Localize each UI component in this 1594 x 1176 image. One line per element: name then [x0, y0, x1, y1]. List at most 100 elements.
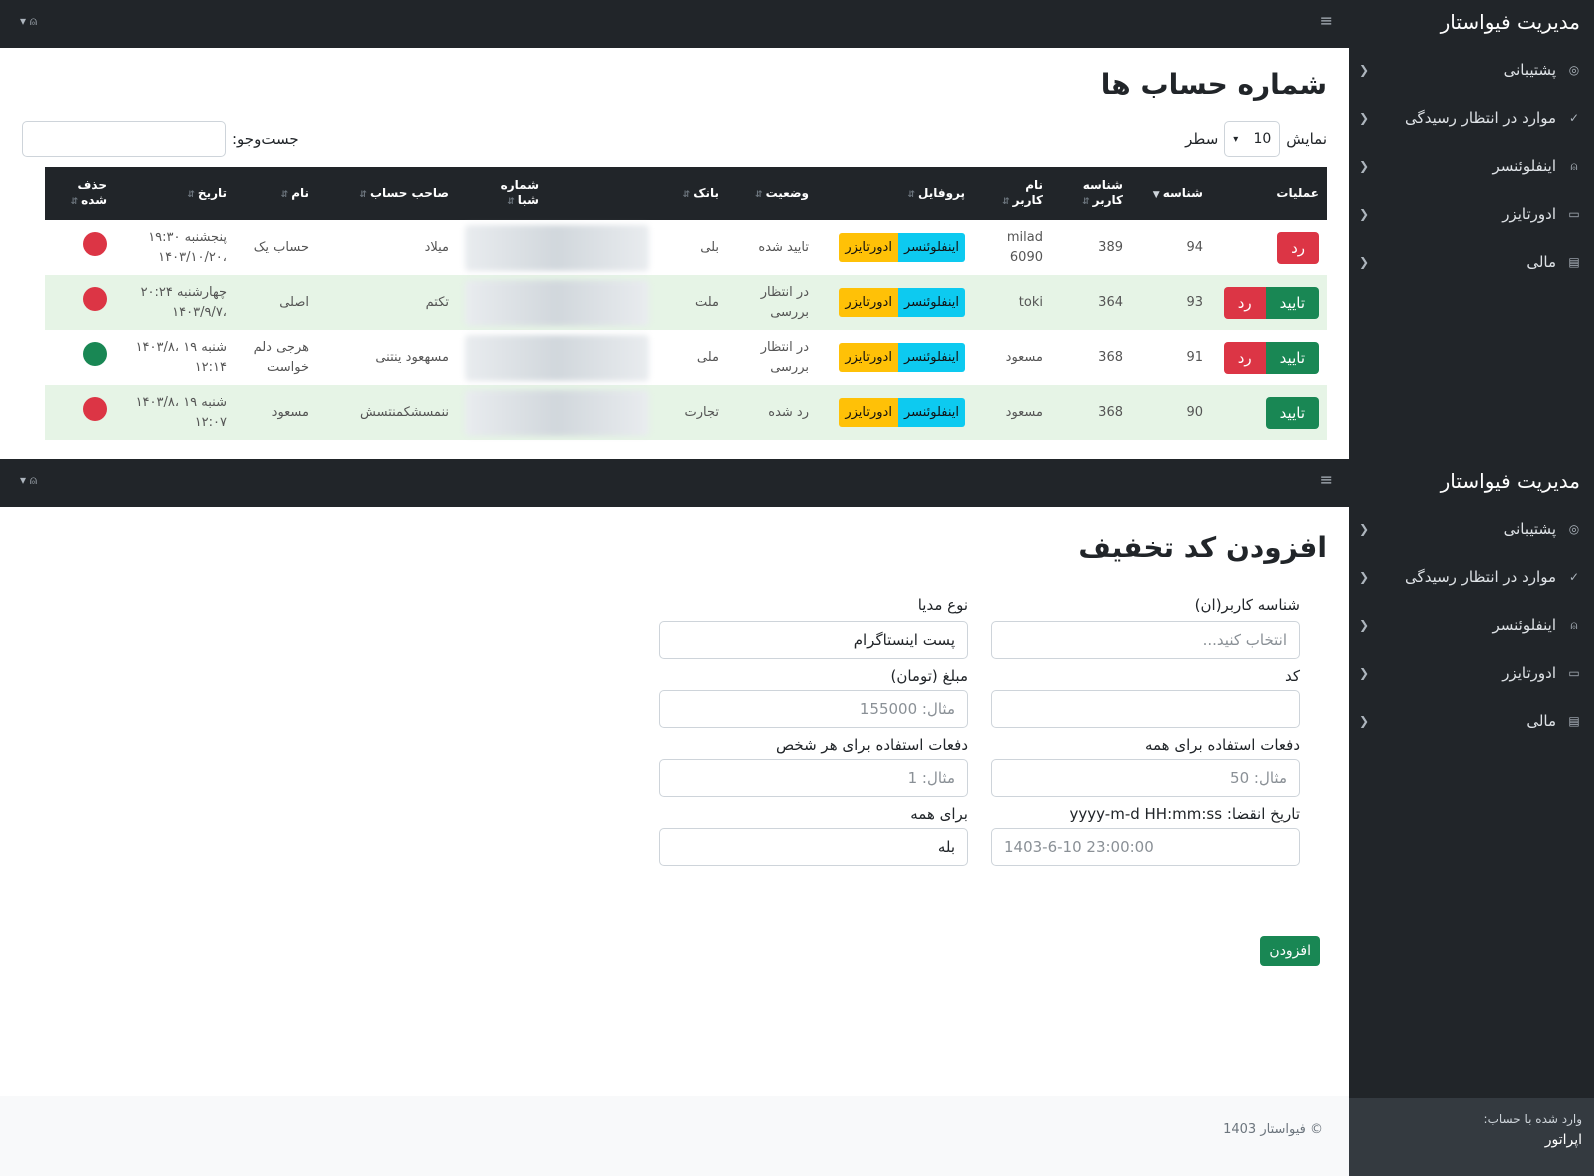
column-header[interactable]: نام⇵ — [235, 167, 317, 220]
approve-button[interactable]: تایید — [1265, 396, 1319, 429]
sidebar-item-label: پشتیبانی — [1503, 61, 1556, 79]
sidebar-item-label: پشتیبانی — [1503, 520, 1556, 538]
iban-cell — [457, 330, 657, 385]
column-header[interactable]: پروفایل⇵ — [817, 167, 973, 220]
main-content: شماره حساب ها نمایش 10 ▾ سطر جست‌وجو: عمل… — [0, 48, 1349, 459]
column-header[interactable]: بانک⇵ — [657, 167, 727, 220]
advertiser-badge[interactable]: ادورتایزر — [839, 287, 898, 318]
date-cell: شنبه ۱۹ ،۱۴۰۳/۸ ۱۲:۱۴ — [115, 330, 235, 385]
sidebar-item-influencer[interactable]: ⍝ اینفلوئنسر ❮ — [1349, 142, 1594, 190]
page-length-value: 10 — [1253, 131, 1272, 147]
sort-icon: ⇵ — [280, 189, 289, 200]
status-cell: تایید شده — [727, 220, 817, 275]
sidebar-brand[interactable]: مدیریت فیواستار — [1349, 459, 1594, 505]
length-prefix: نمایش — [1286, 130, 1327, 148]
column-header-label: شناسه — [1162, 185, 1203, 200]
influencer-badge[interactable]: اینفلوئنسر — [897, 397, 965, 428]
action-button-group: تایید رد — [1223, 341, 1319, 374]
column-header[interactable]: عملیات — [1211, 167, 1327, 220]
approve-button[interactable]: تایید — [1265, 286, 1319, 319]
advertiser-badge[interactable]: ادورتایزر — [839, 397, 898, 428]
total-uses-input[interactable]: مثال: 50 — [991, 759, 1300, 797]
column-header[interactable]: صاحب حساب⇵ — [317, 167, 457, 220]
user-ids-select[interactable]: انتخاب کنید... — [991, 621, 1300, 659]
user-menu-icon[interactable]: ▾ ⍝ — [20, 473, 37, 488]
total-uses-label: دفعات استفاده برای همه — [1144, 736, 1300, 754]
for-all-select[interactable]: بله — [659, 828, 968, 866]
column-header[interactable]: حذف شده⇵ — [45, 167, 115, 220]
sidebar-item-pending[interactable]: ✓ موارد در انتظار رسیدگی ❮ — [1349, 553, 1594, 601]
user-id-cell: 368 — [1051, 330, 1131, 385]
reject-button[interactable]: رد — [1223, 286, 1266, 319]
user-menu-icon[interactable]: ▾ ⍝ — [20, 14, 37, 29]
expiry-input[interactable]: 1403-6-10 23:00:00 — [991, 828, 1300, 866]
sidebar-item-finance[interactable]: ▤ مالی ❮ — [1349, 697, 1594, 745]
sort-desc-icon: ▼ — [1152, 189, 1160, 200]
sidebar-item-support[interactable]: ◎ پشتیبانی ❮ — [1349, 505, 1594, 553]
sidebar-item-advertiser[interactable]: ▭ ادورتایزر ❮ — [1349, 649, 1594, 697]
sort-icon: ⇵ — [70, 197, 79, 208]
logged-in-role: اپراتور — [1544, 1132, 1582, 1148]
column-header[interactable]: شماره شبا⇵ — [457, 167, 657, 220]
page-length-control: نمایش 10 ▾ سطر — [1185, 121, 1327, 157]
code-input[interactable] — [991, 690, 1300, 728]
column-header[interactable]: شناسه▼ — [1131, 167, 1211, 220]
username-cell: milad 6090 — [973, 220, 1051, 275]
logged-in-label: وارد شده با حساب: — [1483, 1112, 1582, 1126]
support-icon: ◎ — [1568, 522, 1580, 536]
status-cell: در انتظار بررسی — [727, 330, 817, 385]
id-cell: 90 — [1131, 385, 1211, 440]
advertiser-badge[interactable]: ادورتایزر — [839, 232, 898, 263]
sidebar-item-label: ادورتایزر — [1502, 664, 1556, 682]
sort-icon: ⇵ — [359, 189, 367, 200]
username-cell: مسعود — [973, 330, 1051, 385]
menu-toggle-icon[interactable]: ≡ — [1320, 11, 1333, 30]
sidebar-brand[interactable]: مدیریت فیواستار — [1349, 0, 1594, 46]
sort-icon: ⇵ — [187, 189, 195, 200]
sidebar-item-finance[interactable]: ▤ مالی ❮ — [1349, 238, 1594, 286]
actions-cell: تایید رد — [1211, 330, 1327, 385]
sidebar-item-pending[interactable]: ✓ موارد در انتظار رسیدگی ❮ — [1349, 94, 1594, 142]
length-suffix: سطر — [1185, 130, 1219, 148]
sort-icon: ⇵ — [507, 197, 515, 208]
chevron-left-icon: ❮ — [1359, 666, 1370, 680]
reject-button[interactable]: رد — [1277, 231, 1319, 264]
deleted-indicator — [83, 397, 107, 422]
money-icon: ▤ — [1568, 255, 1580, 269]
table-header-row: عملیات شناسه▼ شناسه کاربر⇵ نام کاربر⇵ پر… — [45, 167, 1327, 220]
column-header[interactable]: تاریخ⇵ — [115, 167, 235, 220]
page-length-select[interactable]: 10 ▾ — [1224, 121, 1281, 157]
table-search: جست‌وجو: — [22, 121, 299, 157]
column-header[interactable]: شناسه کاربر⇵ — [1051, 167, 1131, 220]
sidebar-item-support[interactable]: ◎ پشتیبانی ❮ — [1349, 46, 1594, 94]
menu-toggle-icon[interactable]: ≡ — [1320, 470, 1333, 489]
influencer-badge[interactable]: اینفلوئنسر — [897, 342, 965, 373]
reject-button[interactable]: رد — [1223, 341, 1266, 374]
amount-label: مبلغ (تومان) — [890, 667, 968, 685]
action-button-group: تایید رد — [1223, 286, 1319, 319]
column-header[interactable]: نام کاربر⇵ — [973, 167, 1051, 220]
owner-cell: تکتم — [317, 275, 457, 330]
influencer-badge[interactable]: اینفلوئنسر — [897, 287, 965, 318]
approve-button[interactable]: تایید — [1265, 341, 1319, 374]
chevron-left-icon: ❮ — [1359, 63, 1370, 77]
sidebar-footer: وارد شده با حساب: اپراتور — [1349, 1098, 1594, 1176]
sidebar-item-influencer[interactable]: ⍝ اینفلوئنسر ❮ — [1349, 601, 1594, 649]
actions-cell: تایید رد — [1211, 275, 1327, 330]
per-person-uses-input[interactable]: مثال: 1 — [659, 759, 968, 797]
iban-blurred — [465, 334, 649, 381]
media-type-select[interactable]: پست اینستاگرام — [659, 621, 968, 659]
check-icon: ✓ — [1568, 111, 1580, 125]
table-row: تایید رد 91 368 مسعود اینفلوئنسرادورتایزر… — [45, 330, 1327, 385]
bank-cell: ملت — [657, 275, 727, 330]
amount-input[interactable]: مثال: 155000 — [659, 690, 968, 728]
advertiser-badge[interactable]: ادورتایزر — [839, 342, 898, 373]
column-header[interactable]: وضعیت⇵ — [727, 167, 817, 220]
submit-button[interactable]: افزودن — [1260, 936, 1320, 966]
id-cell: 93 — [1131, 275, 1211, 330]
influencer-badge[interactable]: اینفلوئنسر — [897, 232, 965, 263]
sidebar-item-advertiser[interactable]: ▭ ادورتایزر ❮ — [1349, 190, 1594, 238]
table-row: تایید 90 368 مسعود اینفلوئنسرادورتایزر ر… — [45, 385, 1327, 440]
profile-cell: اینفلوئنسرادورتایزر — [817, 385, 973, 440]
search-input[interactable] — [22, 121, 226, 157]
